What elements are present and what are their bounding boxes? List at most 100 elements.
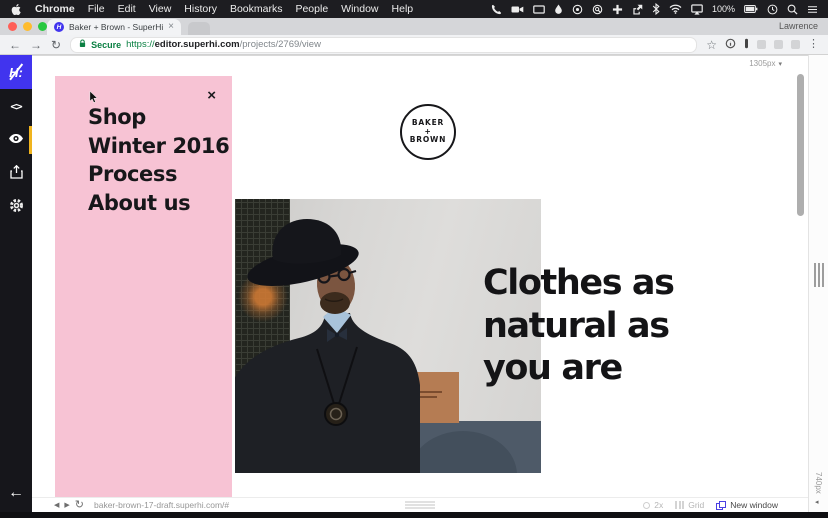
browser-tab[interactable]: H Baker + Brown - SuperHi × [47, 19, 181, 35]
tab-title: Baker + Brown - SuperHi [69, 22, 163, 32]
site-menu-item-winter-2016[interactable]: Winter 2016 [88, 132, 229, 161]
url-scheme: https:// [126, 39, 155, 50]
screen: Chrome File Edit View History Bookmarks … [0, 0, 828, 518]
share-icon[interactable] [632, 4, 643, 15]
chrome-urlbar: ← → ↻ Secure https://editor.superhi.com/… [0, 35, 828, 55]
preview-toolbar: ◀ ▶ ↻ baker-brown-17-draft.superhi.com/#… [32, 497, 808, 512]
browser-reload-button[interactable]: ↻ [51, 39, 61, 51]
headline-line-2: natural as [483, 305, 674, 348]
new-tab-button[interactable] [188, 22, 210, 35]
zoom-control[interactable]: 2x [643, 500, 663, 510]
menubar-item-chrome[interactable]: Chrome [35, 3, 75, 15]
sidebar-item-settings[interactable] [0, 191, 32, 225]
browser-actions: ☆ ⋮ [706, 36, 819, 54]
url-path: /projects/2769/view [240, 39, 321, 50]
zoom-icon [643, 502, 650, 509]
display-icon[interactable] [533, 4, 545, 15]
menubar-item-window[interactable]: Window [341, 3, 378, 15]
extension-info-icon[interactable] [725, 36, 736, 54]
extension-bar-icon[interactable] [744, 36, 749, 54]
extension-disabled-icon-3[interactable] [791, 40, 800, 49]
browser-back-button[interactable]: ← [9, 39, 21, 51]
extension-disabled-icon-2[interactable] [774, 40, 783, 49]
preview-reload-button[interactable]: ↻ [75, 500, 84, 511]
site-menu-panel: × Shop Winter 2016 Process About us [55, 76, 232, 499]
site-menu-item-about-us[interactable]: About us [88, 189, 229, 218]
lock-icon [79, 39, 86, 51]
url-domain: editor.superhi.com [155, 39, 240, 50]
sidebar-item-share[interactable] [0, 157, 32, 191]
video-call-icon[interactable] [511, 4, 524, 15]
info-circle-icon[interactable] [572, 4, 583, 15]
clock-icon[interactable] [767, 4, 778, 15]
preview-height-drag-handle[interactable] [405, 502, 435, 509]
page-url: https://editor.superhi.com/projects/2769… [126, 39, 321, 50]
browser-menu-icon[interactable]: ⋮ [808, 39, 819, 50]
photo-beard [320, 292, 350, 314]
superhi-favicon: H [54, 22, 64, 32]
close-window-button[interactable] [8, 22, 17, 31]
editor-bottom-bar [0, 512, 828, 518]
site-menu-close-icon[interactable]: × [207, 88, 216, 103]
zoom-window-button[interactable] [38, 22, 47, 31]
macos-menubar: Chrome File Edit View History Bookmarks … [0, 0, 828, 18]
plus-icon[interactable] [612, 4, 623, 15]
site-menu-item-process[interactable]: Process [88, 160, 229, 189]
preview-width-selector[interactable]: 1305px ▾ [749, 59, 782, 68]
headline-line-1: Clothes as [483, 262, 674, 305]
app-circle-icon[interactable] [592, 4, 603, 15]
spotlight-search-icon[interactable] [787, 4, 798, 15]
tab-close-icon[interactable]: × [168, 22, 174, 32]
preview-back-button[interactable]: ◀ [54, 502, 59, 509]
preview-width-drag-handle[interactable] [814, 263, 824, 287]
new-window-button[interactable]: New window [716, 500, 778, 510]
browser-forward-button[interactable]: → [30, 39, 42, 51]
zoom-label: 2x [654, 500, 663, 510]
back-arrow-icon: ← [8, 484, 24, 501]
preview-pane: 1305px ▾ × Shop Winter 2016 Process Abou… [32, 55, 808, 512]
battery-percent: 100% [712, 4, 735, 14]
droplet-icon[interactable] [554, 4, 563, 15]
bluetooth-icon[interactable] [652, 3, 660, 15]
browser-profile-name[interactable]: Lawrence [779, 21, 818, 31]
photo-hat-crown [272, 219, 341, 264]
share-upload-icon [10, 165, 23, 184]
sidebar-item-code[interactable]: <> [0, 89, 32, 123]
minimize-window-button[interactable] [23, 22, 32, 31]
new-window-icon [716, 501, 726, 510]
editor-sidebar: H: <> ← [0, 55, 32, 518]
menubar-item-view[interactable]: View [149, 3, 172, 15]
wifi-icon[interactable] [669, 4, 682, 14]
grid-toggle[interactable]: Grid [675, 500, 704, 510]
code-icon: <> [10, 100, 21, 113]
menubar-item-people[interactable]: People [295, 3, 328, 15]
grid-icon [675, 501, 684, 509]
menubar-item-bookmarks[interactable]: Bookmarks [230, 3, 283, 15]
extension-disabled-icon-1[interactable] [757, 40, 766, 49]
new-window-label: New window [730, 500, 778, 510]
editor-back-button[interactable]: ← [0, 484, 32, 502]
handoff-call-icon[interactable] [491, 4, 502, 15]
sidebar-item-preview[interactable] [0, 123, 32, 157]
menubar-item-help[interactable]: Help [392, 3, 414, 15]
window-controls [8, 22, 47, 31]
chevron-down-icon: ▾ [778, 60, 782, 68]
photo-pendant [325, 403, 347, 425]
battery-icon[interactable] [744, 4, 758, 14]
preview-scrollbar-thumb[interactable] [797, 74, 804, 216]
preview-forward-button[interactable]: ▶ [64, 502, 69, 509]
site-menu: Shop Winter 2016 Process About us [88, 103, 229, 217]
menubar-item-history[interactable]: History [184, 3, 217, 15]
superhi-logo[interactable]: H: [0, 55, 32, 89]
menubar-item-file[interactable]: File [88, 3, 105, 15]
airplay-icon[interactable] [691, 4, 703, 15]
bookmark-star-icon[interactable]: ☆ [706, 39, 717, 51]
secure-label: Secure [91, 40, 121, 50]
address-bar[interactable]: Secure https://editor.superhi.com/projec… [70, 37, 697, 53]
menubar-item-edit[interactable]: Edit [118, 3, 136, 15]
chrome-tabstrip: H Baker + Brown - SuperHi × Lawrence [0, 18, 828, 35]
notification-center-icon[interactable] [807, 5, 818, 14]
site-headline: Clothes as natural as you are [483, 262, 674, 390]
site-menu-item-shop[interactable]: Shop [88, 103, 229, 132]
apple-icon[interactable] [10, 3, 22, 16]
